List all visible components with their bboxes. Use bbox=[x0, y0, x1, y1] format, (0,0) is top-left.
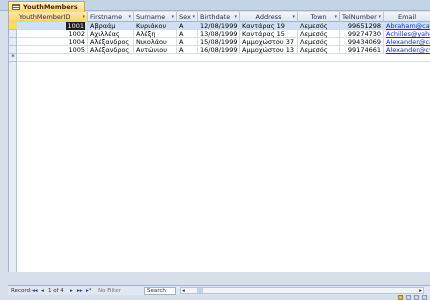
cell-telnumber[interactable]: 99174661 bbox=[340, 46, 384, 54]
cell-email-link[interactable]: Abraham@cable bbox=[384, 22, 430, 30]
chart-view-icon[interactable] bbox=[414, 295, 419, 300]
table-row[interactable]: 1005 Αλέξανδρος Αντώνιου A 16/08/1999 Αμ… bbox=[17, 46, 430, 54]
tab-label: YouthMembers bbox=[23, 3, 78, 11]
column-header-birthdate[interactable]: Birthdate ▾ bbox=[198, 12, 240, 22]
document-tab-strip: YouthMembers bbox=[0, 0, 430, 12]
cell-youthmemberid[interactable]: 1002 bbox=[17, 30, 88, 38]
cell-email-link[interactable]: Achilles@yahoo bbox=[384, 30, 430, 38]
table-icon bbox=[12, 4, 20, 10]
access-window: YouthMembers YouthMemberID ▾ Firstname ▾… bbox=[0, 0, 430, 300]
cell-town[interactable]: Λεμεσός bbox=[298, 30, 340, 38]
status-strip bbox=[0, 295, 430, 300]
column-label: TelNumber bbox=[342, 13, 377, 21]
cell-birthdate[interactable]: 16/08/1999 bbox=[198, 46, 240, 54]
scrollbar-thumb[interactable] bbox=[197, 288, 203, 293]
cell-email-link[interactable]: Alexander@cyta bbox=[384, 46, 430, 54]
new-record-row[interactable] bbox=[17, 54, 430, 62]
pivot-view-icon[interactable] bbox=[406, 295, 411, 300]
cell-address[interactable]: Αμμοχώστου 37 bbox=[240, 38, 298, 46]
tab-youthmembers[interactable]: YouthMembers bbox=[8, 1, 85, 12]
search-input[interactable]: Search bbox=[144, 287, 176, 295]
column-label: Sex bbox=[179, 13, 191, 21]
cell-address[interactable]: Καντάρας 19 bbox=[240, 22, 298, 30]
cell-youthmemberid[interactable]: 1001 bbox=[17, 22, 88, 30]
cell-town[interactable]: Λεμεσός bbox=[298, 22, 340, 30]
cell-address[interactable]: Καντάρας 15 bbox=[240, 30, 298, 38]
cell-sex[interactable]: A bbox=[177, 30, 198, 38]
column-label: Birthdate bbox=[200, 13, 231, 21]
table-row[interactable]: 1002 Αχιλλέας Αλέξη A 13/08/1999 Καντάρα… bbox=[17, 30, 430, 38]
cell-town[interactable]: Λεμεσός bbox=[298, 38, 340, 46]
column-header-row: YouthMemberID ▾ Firstname ▾ Surname ▾ Se… bbox=[9, 12, 430, 22]
cell-birthdate[interactable]: 15/08/1999 bbox=[198, 38, 240, 46]
cell-telnumber[interactable]: 99274730 bbox=[340, 30, 384, 38]
cell-telnumber[interactable]: 99434069 bbox=[340, 38, 384, 46]
column-header-youthmemberid[interactable]: YouthMemberID ▾ bbox=[9, 12, 88, 22]
table-row[interactable]: 1004 Αλέξανδρος Νικολάου A 15/08/1999 Αμ… bbox=[17, 38, 430, 46]
cell-value: 1001 bbox=[66, 22, 85, 30]
cell-surname[interactable]: Νικολάου bbox=[134, 38, 177, 46]
record-selector-column: * bbox=[9, 22, 17, 272]
cell-youthmemberid[interactable]: 1004 bbox=[17, 38, 88, 46]
column-header-firstname[interactable]: Firstname ▾ bbox=[88, 12, 134, 22]
cell-sex[interactable]: A bbox=[177, 38, 198, 46]
chevron-down-icon[interactable]: ▾ bbox=[378, 12, 381, 22]
cell-address[interactable]: Αμμοχώστου 13 bbox=[240, 46, 298, 54]
datasheet: YouthMemberID ▾ Firstname ▾ Surname ▾ Se… bbox=[8, 12, 430, 272]
chevron-down-icon[interactable]: ▾ bbox=[234, 12, 237, 22]
column-label: Address bbox=[255, 13, 282, 21]
record-navigation-bar: Record: ◂◂ ◂ 1 of 4 ▸ ▸▸ ▸* No Filter Se… bbox=[8, 285, 430, 295]
column-header-sex[interactable]: Sex ▾ bbox=[177, 12, 198, 22]
chevron-down-icon[interactable]: ▾ bbox=[128, 12, 131, 22]
cell-firstname[interactable]: Αλέξανδρος bbox=[88, 38, 134, 46]
column-label: Firstname bbox=[90, 13, 123, 21]
cell-youthmemberid[interactable]: 1005 bbox=[17, 46, 88, 54]
column-header-address[interactable]: Address ▾ bbox=[240, 12, 298, 22]
column-header-telnumber[interactable]: TelNumber ▾ bbox=[340, 12, 384, 22]
column-header-email[interactable]: Email bbox=[384, 12, 430, 22]
cell-sex[interactable]: A bbox=[177, 46, 198, 54]
design-view-icon[interactable] bbox=[422, 295, 427, 300]
chevron-down-icon[interactable]: ▾ bbox=[171, 12, 174, 22]
cell-firstname[interactable]: Αχιλλέας bbox=[88, 30, 134, 38]
record-selector[interactable] bbox=[9, 22, 17, 30]
cell-sex[interactable]: A bbox=[177, 22, 198, 30]
cell-birthdate[interactable]: 13/08/1999 bbox=[198, 30, 240, 38]
cell-email-link[interactable]: Alexander@cab bbox=[384, 38, 430, 46]
cell-firstname[interactable]: Αβραάμ bbox=[88, 22, 134, 30]
cell-town[interactable]: Λεμεσός bbox=[298, 46, 340, 54]
record-selector[interactable] bbox=[9, 38, 17, 46]
cell-birthdate[interactable]: 12/08/1999 bbox=[198, 22, 240, 30]
chevron-down-icon[interactable]: ▾ bbox=[82, 12, 85, 22]
cell-surname[interactable]: Κυριάκου bbox=[134, 22, 177, 30]
column-label: Town bbox=[310, 13, 327, 21]
cell-firstname[interactable]: Αλέξανδρος bbox=[88, 46, 134, 54]
record-selector[interactable] bbox=[9, 30, 17, 38]
view-switcher bbox=[398, 295, 428, 300]
new-record-marker[interactable]: * bbox=[9, 54, 17, 62]
column-header-town[interactable]: Town ▾ bbox=[298, 12, 340, 22]
column-label: Email bbox=[397, 13, 417, 21]
cell-surname[interactable]: Αλέξη bbox=[134, 30, 177, 38]
column-header-surname[interactable]: Surname ▾ bbox=[134, 12, 177, 22]
table-row[interactable]: 1001 Αβραάμ Κυριάκου A 12/08/1999 Καντάρ… bbox=[17, 22, 430, 30]
column-label: YouthMemberID bbox=[19, 13, 71, 21]
horizontal-scrollbar[interactable]: ◂ ▸ bbox=[180, 287, 424, 294]
datasheet-view-icon[interactable] bbox=[398, 295, 403, 300]
chevron-down-icon[interactable]: ▾ bbox=[334, 12, 337, 22]
chevron-down-icon[interactable]: ▾ bbox=[192, 12, 195, 22]
chevron-down-icon[interactable]: ▾ bbox=[292, 12, 295, 22]
column-label: Surname bbox=[136, 13, 166, 21]
cell-telnumber[interactable]: 99651298 bbox=[340, 22, 384, 30]
cell-surname[interactable]: Αντώνιου bbox=[134, 46, 177, 54]
